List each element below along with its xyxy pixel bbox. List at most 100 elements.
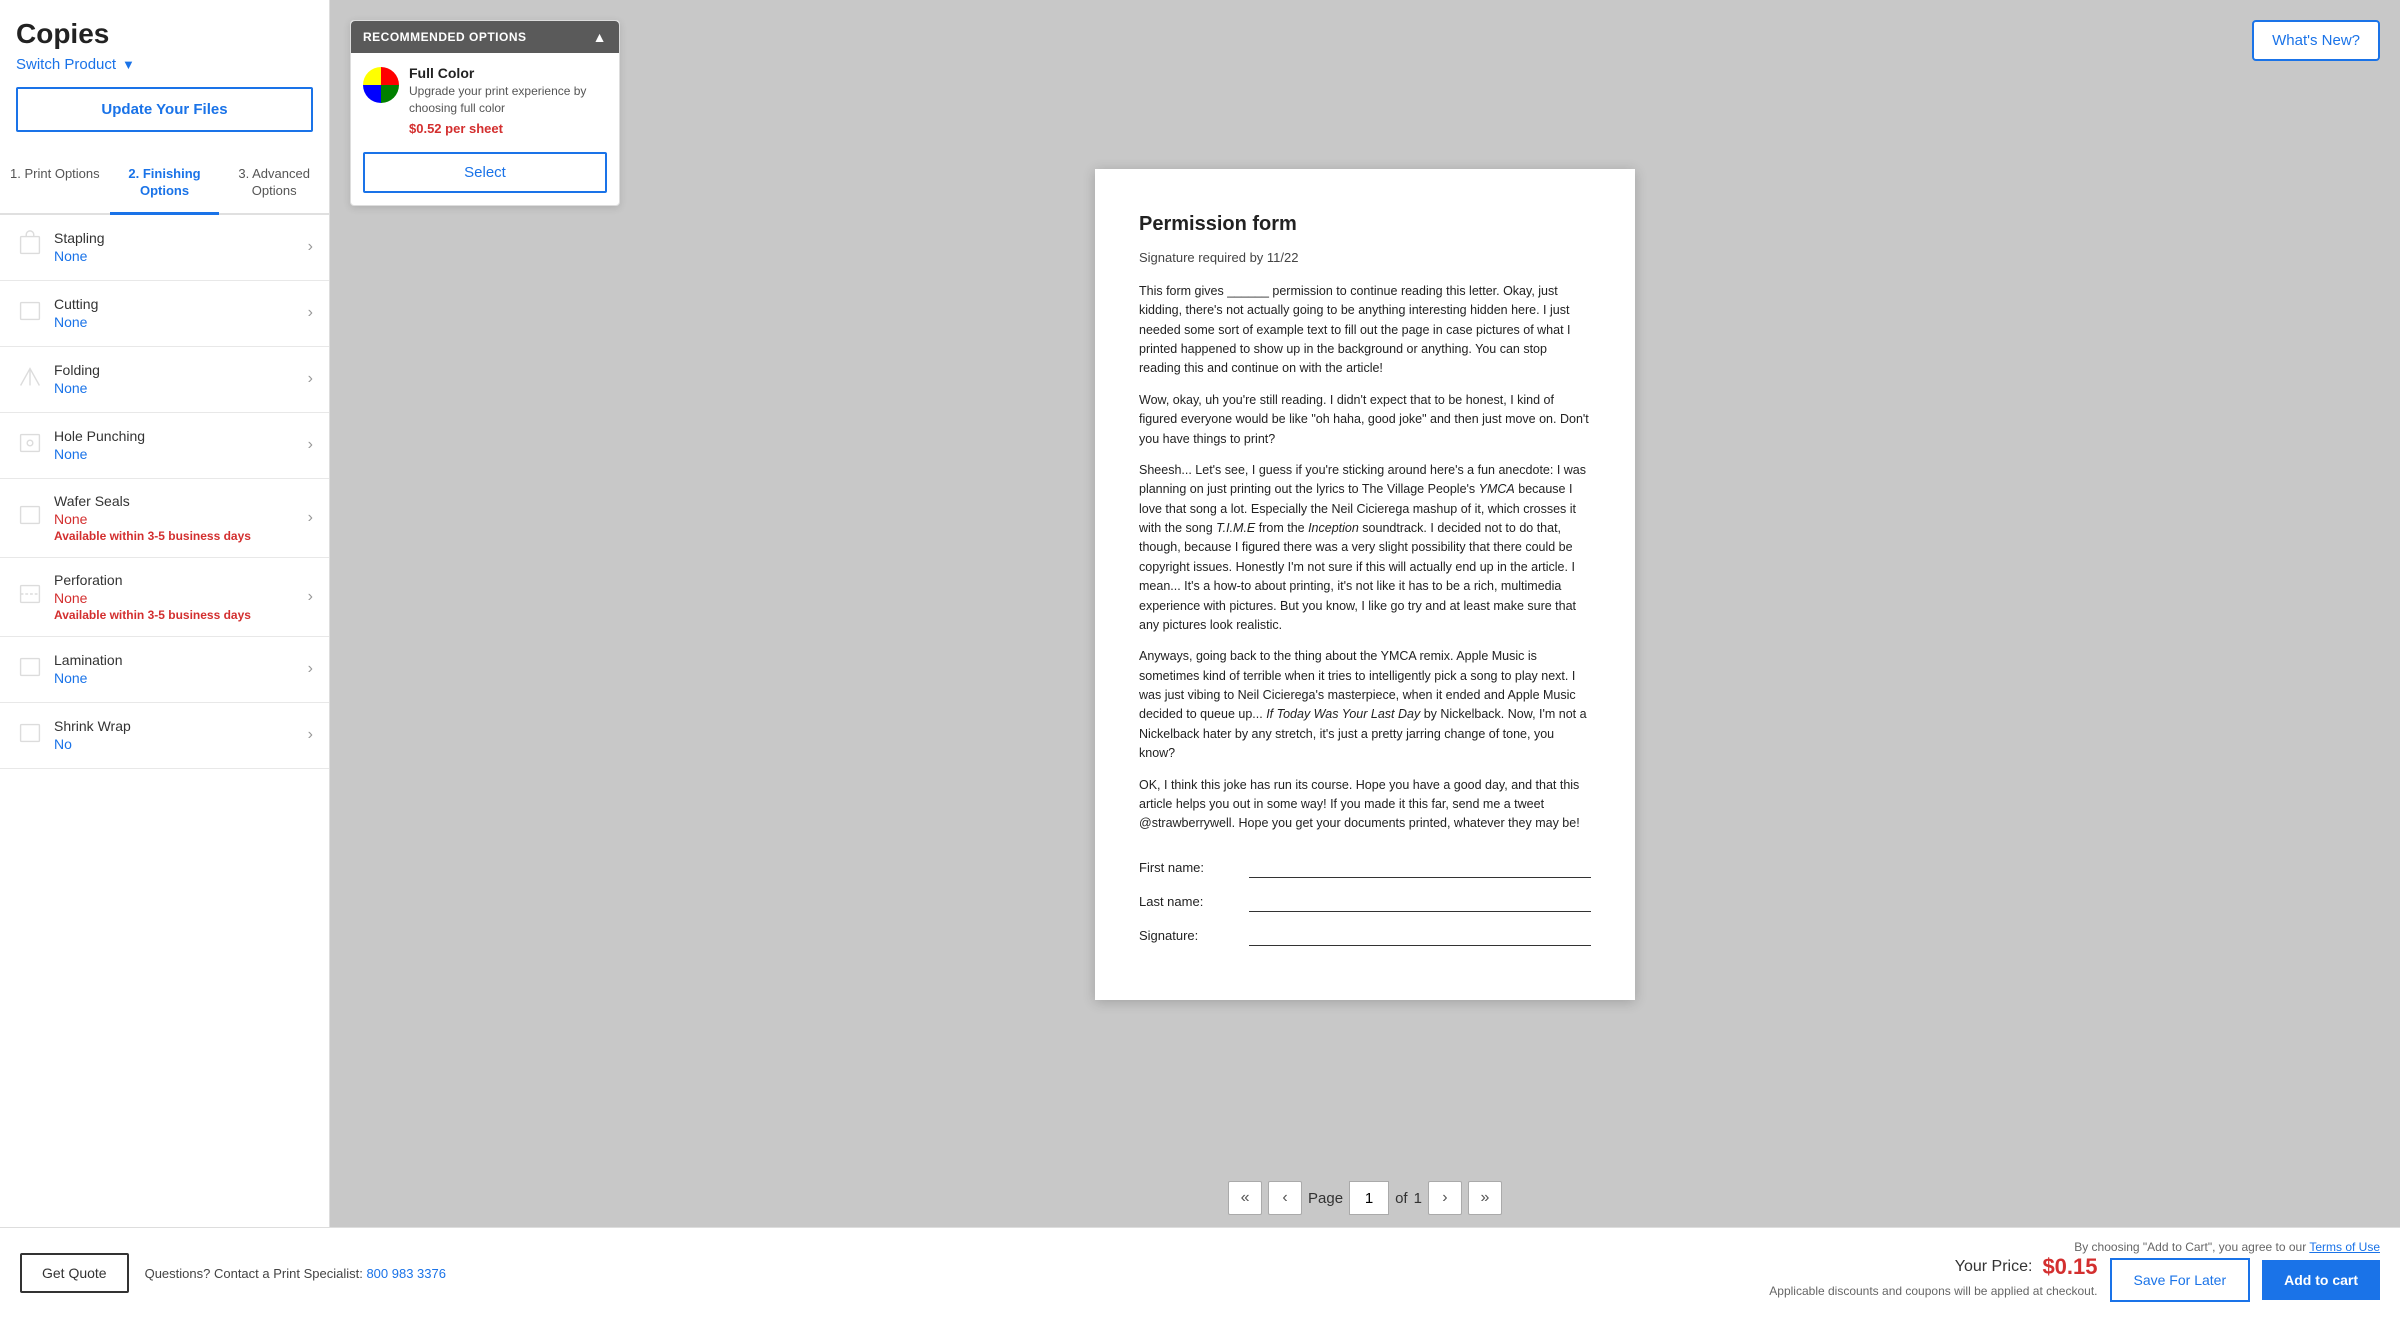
switch-product-arrow-icon: ▼ bbox=[122, 57, 135, 72]
cutting-info: Cutting None bbox=[54, 296, 300, 330]
hole-punching-icon bbox=[16, 427, 44, 464]
recommended-options-body: Full Color Upgrade your print experience… bbox=[351, 53, 619, 205]
option-row-wafer-seals[interactable]: Wafer Seals None Available within 3-5 bu… bbox=[0, 479, 329, 558]
form-row-signature: Signature: bbox=[1139, 926, 1591, 946]
pagination-bar: « ‹ Page of 1 › » bbox=[330, 1169, 2400, 1227]
form-row-firstname: First name: bbox=[1139, 858, 1591, 878]
save-for-later-button[interactable]: Save For Later bbox=[2110, 1258, 2251, 1302]
your-price-label: Your Price: bbox=[1955, 1258, 2033, 1276]
footer-right: By choosing "Add to Cart", you agree to … bbox=[1769, 1240, 2380, 1306]
document-preview-area: RECOMMENDED OPTIONS ▲ Full Color Upgrade… bbox=[330, 0, 2400, 1169]
folding-value: None bbox=[54, 380, 300, 396]
of-label: of bbox=[1395, 1190, 1408, 1207]
wafer-seals-label: Wafer Seals bbox=[54, 493, 300, 509]
document-form: First name: Last name: Signature: bbox=[1139, 858, 1591, 946]
tab-advanced-options[interactable]: 3. Advanced Options bbox=[219, 154, 329, 215]
document-subtitle: Signature required by 11/22 bbox=[1139, 248, 1591, 268]
footer-left: Get Quote Questions? Contact a Print Spe… bbox=[20, 1253, 446, 1293]
shrink-wrap-value: No bbox=[54, 736, 300, 752]
full-color-icon bbox=[363, 67, 399, 103]
shrink-wrap-chevron-icon: › bbox=[308, 726, 313, 744]
footer-terms-link[interactable]: Terms of Use bbox=[2309, 1240, 2380, 1254]
rec-item-price: $0.52 per sheet bbox=[409, 121, 607, 136]
switch-product-label: Switch Product bbox=[16, 56, 116, 73]
perforation-label: Perforation bbox=[54, 572, 300, 588]
footer-phone-link[interactable]: 800 983 3376 bbox=[366, 1266, 446, 1281]
rec-item-info: Full Color Upgrade your print experience… bbox=[409, 65, 607, 136]
rec-item-full-color: Full Color Upgrade your print experience… bbox=[363, 65, 607, 136]
cutting-icon bbox=[16, 295, 44, 332]
lamination-icon bbox=[16, 651, 44, 688]
rec-item-desc: Upgrade your print experience by choosin… bbox=[409, 83, 607, 117]
form-line-firstname bbox=[1249, 860, 1591, 878]
lamination-info: Lamination None bbox=[54, 652, 300, 686]
next-page-button[interactable]: › bbox=[1428, 1181, 1462, 1215]
option-row-stapling[interactable]: Stapling None › bbox=[0, 215, 329, 281]
get-quote-button[interactable]: Get Quote bbox=[20, 1253, 129, 1293]
document-page: Permission form Signature required by 11… bbox=[1095, 169, 1635, 1000]
shrink-wrap-info: Shrink Wrap No bbox=[54, 718, 300, 752]
price-value: $0.15 bbox=[2042, 1254, 2097, 1280]
stapling-icon bbox=[16, 229, 44, 266]
option-row-hole-punching[interactable]: Hole Punching None › bbox=[0, 413, 329, 479]
form-label-firstname: First name: bbox=[1139, 858, 1249, 878]
total-pages: 1 bbox=[1414, 1190, 1422, 1207]
tab-finishing-options[interactable]: 2. Finishing Options bbox=[110, 154, 220, 215]
last-page-button[interactable]: » bbox=[1468, 1181, 1502, 1215]
cutting-chevron-icon: › bbox=[308, 304, 313, 322]
stapling-label: Stapling bbox=[54, 230, 300, 246]
perforation-value: None bbox=[54, 590, 300, 606]
sidebar-title: Copies bbox=[16, 18, 313, 50]
footer-terms: By choosing "Add to Cart", you agree to … bbox=[2074, 1240, 2380, 1254]
footer: Get Quote Questions? Contact a Print Spe… bbox=[0, 1227, 2400, 1318]
doc-para-3: Sheesh... Let's see, I guess if you're s… bbox=[1139, 461, 1591, 635]
option-row-lamination[interactable]: Lamination None › bbox=[0, 637, 329, 703]
wafer-seals-availability: Available within 3-5 business days bbox=[54, 529, 300, 543]
whats-new-button[interactable]: What's New? bbox=[2252, 20, 2380, 61]
recommended-options-header: RECOMMENDED OPTIONS ▲ bbox=[351, 21, 619, 53]
wafer-seals-icon bbox=[16, 499, 44, 536]
footer-price-section: Your Price: $0.15 Applicable discounts a… bbox=[1769, 1254, 2097, 1306]
shrink-wrap-icon bbox=[16, 717, 44, 754]
footer-disclaimer: Applicable discounts and coupons will be… bbox=[1769, 1284, 2097, 1298]
update-files-button[interactable]: Update Your Files bbox=[16, 87, 313, 132]
stapling-value: None bbox=[54, 248, 300, 264]
hole-punching-info: Hole Punching None bbox=[54, 428, 300, 462]
form-label-lastname: Last name: bbox=[1139, 892, 1249, 912]
cutting-value: None bbox=[54, 314, 300, 330]
form-line-signature bbox=[1249, 928, 1591, 946]
doc-para-1: This form gives ______ permission to con… bbox=[1139, 282, 1591, 379]
option-row-perforation[interactable]: Perforation None Available within 3-5 bu… bbox=[0, 558, 329, 637]
wafer-seals-value: None bbox=[54, 511, 300, 527]
form-row-lastname: Last name: bbox=[1139, 892, 1591, 912]
lamination-chevron-icon: › bbox=[308, 660, 313, 678]
rec-select-button[interactable]: Select bbox=[363, 152, 607, 193]
add-to-cart-button[interactable]: Add to cart bbox=[2262, 1260, 2380, 1300]
shrink-wrap-label: Shrink Wrap bbox=[54, 718, 300, 734]
document-title: Permission form bbox=[1139, 209, 1591, 240]
first-page-button[interactable]: « bbox=[1228, 1181, 1262, 1215]
sidebar-header: Copies Switch Product ▼ Update Your File… bbox=[0, 0, 329, 154]
page-number-input[interactable] bbox=[1349, 1181, 1389, 1215]
option-row-cutting[interactable]: Cutting None › bbox=[0, 281, 329, 347]
recommended-options-label: RECOMMENDED OPTIONS bbox=[363, 30, 527, 44]
doc-para-4: Anyways, going back to the thing about t… bbox=[1139, 647, 1591, 763]
tab-print-options[interactable]: 1. Print Options bbox=[0, 154, 110, 215]
recommended-options-collapse-icon[interactable]: ▲ bbox=[593, 29, 607, 45]
cutting-label: Cutting bbox=[54, 296, 300, 312]
switch-product-dropdown[interactable]: Switch Product ▼ bbox=[16, 56, 313, 73]
rec-item-title: Full Color bbox=[409, 65, 607, 81]
doc-para-2: Wow, okay, uh you're still reading. I di… bbox=[1139, 391, 1591, 449]
wafer-seals-chevron-icon: › bbox=[308, 509, 313, 527]
folding-icon bbox=[16, 361, 44, 398]
perforation-icon bbox=[16, 578, 44, 615]
hole-punching-label: Hole Punching bbox=[54, 428, 300, 444]
footer-contact-text: Questions? Contact a Print Specialist: 8… bbox=[145, 1266, 446, 1281]
form-label-signature: Signature: bbox=[1139, 926, 1249, 946]
option-row-folding[interactable]: Folding None › bbox=[0, 347, 329, 413]
page-info: Page of 1 bbox=[1308, 1181, 1422, 1215]
wafer-seals-info: Wafer Seals None Available within 3-5 bu… bbox=[54, 493, 300, 543]
option-row-shrink-wrap[interactable]: Shrink Wrap No › bbox=[0, 703, 329, 769]
prev-page-button[interactable]: ‹ bbox=[1268, 1181, 1302, 1215]
stapling-info: Stapling None bbox=[54, 230, 300, 264]
